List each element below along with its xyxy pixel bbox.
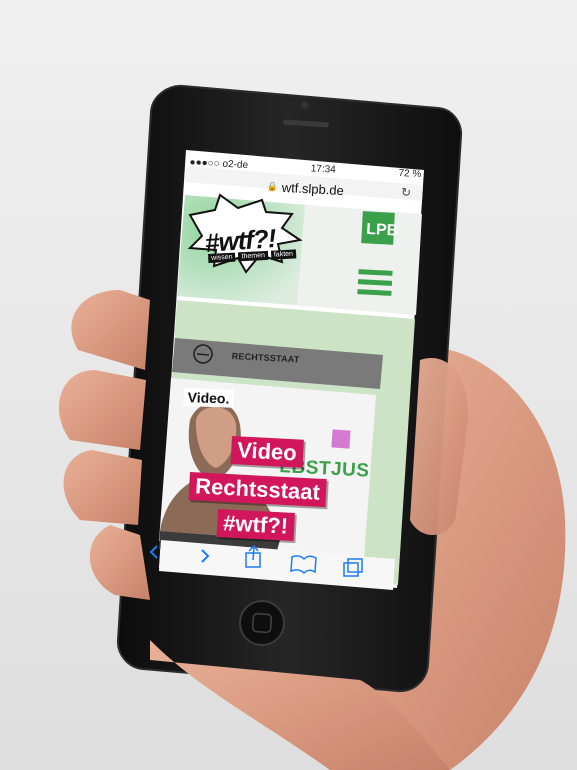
carrier-label: ●●●○○ o2-de bbox=[189, 156, 249, 171]
photo-drawing bbox=[58, 84, 566, 770]
logo-tag: fakten bbox=[270, 249, 297, 260]
video-title-line[interactable]: #wtf?! bbox=[216, 509, 295, 541]
lpb-logo-text[interactable]: LPB bbox=[366, 214, 399, 248]
logo-tag: wissen bbox=[208, 252, 236, 263]
time-label: 17:34 bbox=[310, 162, 337, 176]
hamburger-menu-icon[interactable] bbox=[357, 269, 393, 296]
lock-icon: 🔒 bbox=[266, 180, 279, 192]
url-domain[interactable]: wtf.slpb.de bbox=[281, 179, 344, 197]
logo-tag: themen bbox=[238, 250, 269, 262]
photo-scene: ●●●○○ o2-de 17:34 72 % 🔒 wtf.slpb.de ↻ #… bbox=[0, 0, 577, 770]
battery-percent-label: 72 % bbox=[398, 167, 422, 180]
video-tag: Video. bbox=[183, 388, 234, 408]
reload-icon[interactable]: ↻ bbox=[401, 185, 412, 200]
video-title-line[interactable]: Video bbox=[230, 436, 304, 468]
